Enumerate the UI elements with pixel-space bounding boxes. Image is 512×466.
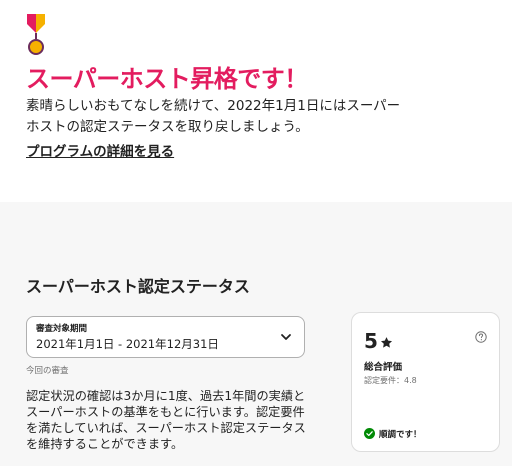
rating-requirement: 認定要件：4.8 xyxy=(364,376,417,385)
review-period-select[interactable]: 審査対象期間 2021年1月1日 - 2021年12月31日 xyxy=(26,316,305,358)
promotion-headline: スーパーホスト昇格です！ xyxy=(26,65,308,93)
status-text: 順調です！ xyxy=(379,430,422,440)
overall-rating-card: 5 総合評価 認定要件：4.8 順調です！ xyxy=(351,312,500,452)
check-circle-icon xyxy=(364,428,375,439)
program-details-link[interactable]: プログラムの詳細を見る xyxy=(26,140,174,160)
review-note: 今回の審査 xyxy=(26,366,69,376)
help-icon[interactable] xyxy=(475,331,487,343)
superhost-medal-icon xyxy=(27,14,45,55)
promotion-section: スーパーホスト昇格です！ 素晴らしいおもてなしを続けて、2022年1月1日にはス… xyxy=(0,0,512,202)
section-title: スーパーホスト認定ステータス xyxy=(26,277,250,296)
chevron-down-icon xyxy=(281,334,291,340)
status-description: 認定状況の確認は3か月に1度、過去1年間の実績とスーパーホストの基準をもとに行い… xyxy=(26,389,306,451)
period-select-label: 審査対象期間 xyxy=(36,324,88,334)
promotion-message: 素晴らしいおもてなしを続けて、2022年1月1日にはスーパーホストの認定ステータ… xyxy=(26,98,401,135)
rating-value: 5 xyxy=(364,329,378,353)
star-icon xyxy=(380,337,393,348)
rating-label: 総合評価 xyxy=(364,362,403,373)
period-select-value: 2021年1月1日 - 2021年12月31日 xyxy=(36,337,219,351)
